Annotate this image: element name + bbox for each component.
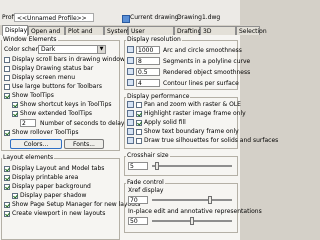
render-smoothness-label: Rendered object smoothness: [163, 69, 251, 76]
display-resolution-title: Display resolution: [126, 36, 182, 43]
contour-lines-label: Contour lines per surface: [163, 80, 239, 87]
tab-open-and-save[interactable]: Open and Save: [28, 26, 65, 44]
page-setup-manager-checkbox[interactable]: [4, 202, 10, 208]
tab-system[interactable]: System: [104, 26, 129, 35]
paper-background-label: Display paper background: [12, 183, 91, 190]
rollover-tooltips-checkbox[interactable]: [4, 130, 10, 136]
solid-fill-checkbox[interactable]: [136, 120, 142, 126]
shortcut-keys-checkbox[interactable]: [12, 102, 18, 108]
screen-menu-label: Display screen menu: [12, 74, 76, 81]
paper-shadow-checkbox[interactable]: [12, 193, 18, 199]
rollover-tooltips-label: Show rollover ToolTips: [12, 129, 79, 136]
arc-smoothness-label: Arc and circle smoothness: [163, 47, 242, 54]
crosshair-slider-thumb[interactable]: [155, 162, 159, 170]
extended-tooltips-checkbox[interactable]: [12, 111, 18, 117]
display-tab-panel: Window Elements Color scheme: Dark ▼ Dis…: [0, 35, 278, 240]
polyline-icon: [127, 57, 134, 64]
scroll-bars-checkbox[interactable]: [4, 57, 10, 63]
pan-zoom-checkbox[interactable]: [136, 102, 142, 108]
fonts-button[interactable]: Fonts...: [64, 139, 104, 149]
solid-fill-label: Apply solid fill: [144, 119, 186, 126]
xref-display-label: Xref display: [128, 187, 164, 194]
drawing-status-bar-checkbox[interactable]: [4, 66, 10, 72]
extended-tooltips-label: Show extended ToolTips: [20, 110, 93, 117]
drawing-file-icon: [122, 15, 130, 23]
tab-plot-and-publish[interactable]: Plot and Publish: [65, 26, 104, 44]
render-smoothness-input[interactable]: 0.5: [136, 68, 160, 76]
color-scheme-select[interactable]: Dark ▼: [38, 45, 106, 54]
text-frame-icon: [127, 128, 134, 135]
text-frame-label: Show text boundary frame only: [144, 128, 239, 135]
contour-lines-input[interactable]: 4: [136, 79, 160, 87]
silhouettes-icon: [127, 137, 134, 144]
chevron-down-icon: ▼: [97, 46, 105, 53]
pan-zoom-label: Pan and zoom with raster & OLE: [144, 101, 241, 108]
printable-area-label: Display printable area: [12, 174, 79, 181]
text-frame-checkbox[interactable]: [136, 129, 142, 135]
large-buttons-label: Use large buttons for Toolbars: [12, 83, 102, 90]
layout-model-tabs-checkbox[interactable]: [4, 166, 10, 172]
inplace-edit-input[interactable]: 50: [128, 217, 148, 225]
show-tooltips-label: Show ToolTips: [12, 92, 54, 99]
pan-zoom-icon: [127, 101, 134, 108]
fade-control-title: Fade control: [126, 179, 165, 186]
paper-background-checkbox[interactable]: [4, 184, 10, 190]
crosshair-size-title: Crosshair size: [126, 152, 170, 159]
tab-user-preferences[interactable]: User Preferences: [128, 26, 174, 44]
arc-circle-icon: [127, 46, 134, 53]
tab-display[interactable]: Display: [2, 25, 28, 36]
drawing-status-bar-label: Display Drawing status bar: [12, 65, 94, 72]
silhouettes-label: Draw true silhouettes for solids and sur…: [144, 137, 279, 144]
raster-frame-checkbox[interactable]: [136, 111, 142, 117]
current-drawing-value: Drawing1.dwg: [177, 14, 221, 21]
raster-frame-icon: [127, 110, 134, 117]
tooltip-delay-input[interactable]: 2: [20, 119, 36, 127]
create-viewport-checkbox[interactable]: [4, 211, 10, 217]
printable-area-checkbox[interactable]: [4, 175, 10, 181]
silhouettes-checkbox[interactable]: [136, 138, 142, 144]
color-scheme-value: Dark: [41, 46, 56, 53]
profile-name-field: <<Unnamed Profile>>: [14, 13, 94, 22]
current-drawing-label: Current drawing:: [130, 14, 181, 21]
polyline-segments-label: Segments in a polyline curve: [163, 58, 251, 65]
inplace-edit-label: In-place edit and annotative representat…: [128, 208, 262, 215]
show-tooltips-checkbox[interactable]: [4, 93, 10, 99]
contour-lines-icon: [127, 79, 134, 86]
polyline-segments-input[interactable]: 8: [136, 57, 160, 65]
solid-fill-icon: [127, 119, 134, 126]
xref-display-input[interactable]: 70: [128, 196, 148, 204]
scroll-bars-label: Display scroll bars in drawing window: [12, 56, 125, 63]
tooltip-delay-label: Number of seconds to delay: [40, 120, 125, 127]
shortcut-keys-label: Show shortcut keys in ToolTips: [20, 101, 112, 108]
crosshair-slider-track[interactable]: [152, 165, 232, 167]
raster-frame-label: Highlight raster image frame only: [144, 110, 246, 117]
large-buttons-checkbox[interactable]: [4, 84, 10, 90]
page-setup-manager-label: Show Page Setup Manager for new layouts: [12, 201, 141, 208]
create-viewport-label: Create viewport in new layouts: [12, 210, 106, 217]
xref-slider-track[interactable]: [152, 199, 232, 201]
xref-slider-thumb[interactable]: [208, 196, 212, 204]
display-performance-title: Display performance: [126, 93, 191, 100]
tab-3d-modeling[interactable]: 3D Modeling: [200, 26, 236, 44]
tab-drafting[interactable]: Drafting: [174, 26, 201, 35]
inplace-slider-thumb[interactable]: [190, 217, 194, 225]
crosshair-size-input[interactable]: 5: [128, 162, 148, 170]
screen-menu-checkbox[interactable]: [4, 75, 10, 81]
colors-button[interactable]: Colors...: [10, 139, 62, 149]
layout-elements-title: Layout elements: [2, 154, 55, 161]
paper-shadow-label: Display paper shadow: [20, 192, 87, 199]
tab-selection[interactable]: Selection: [236, 26, 267, 35]
render-smoothness-icon: [127, 68, 134, 75]
layout-model-tabs-label: Display Layout and Model tabs: [12, 165, 105, 172]
window-elements-title: Window Elements: [2, 36, 58, 43]
arc-smoothness-input[interactable]: 1000: [136, 46, 160, 54]
